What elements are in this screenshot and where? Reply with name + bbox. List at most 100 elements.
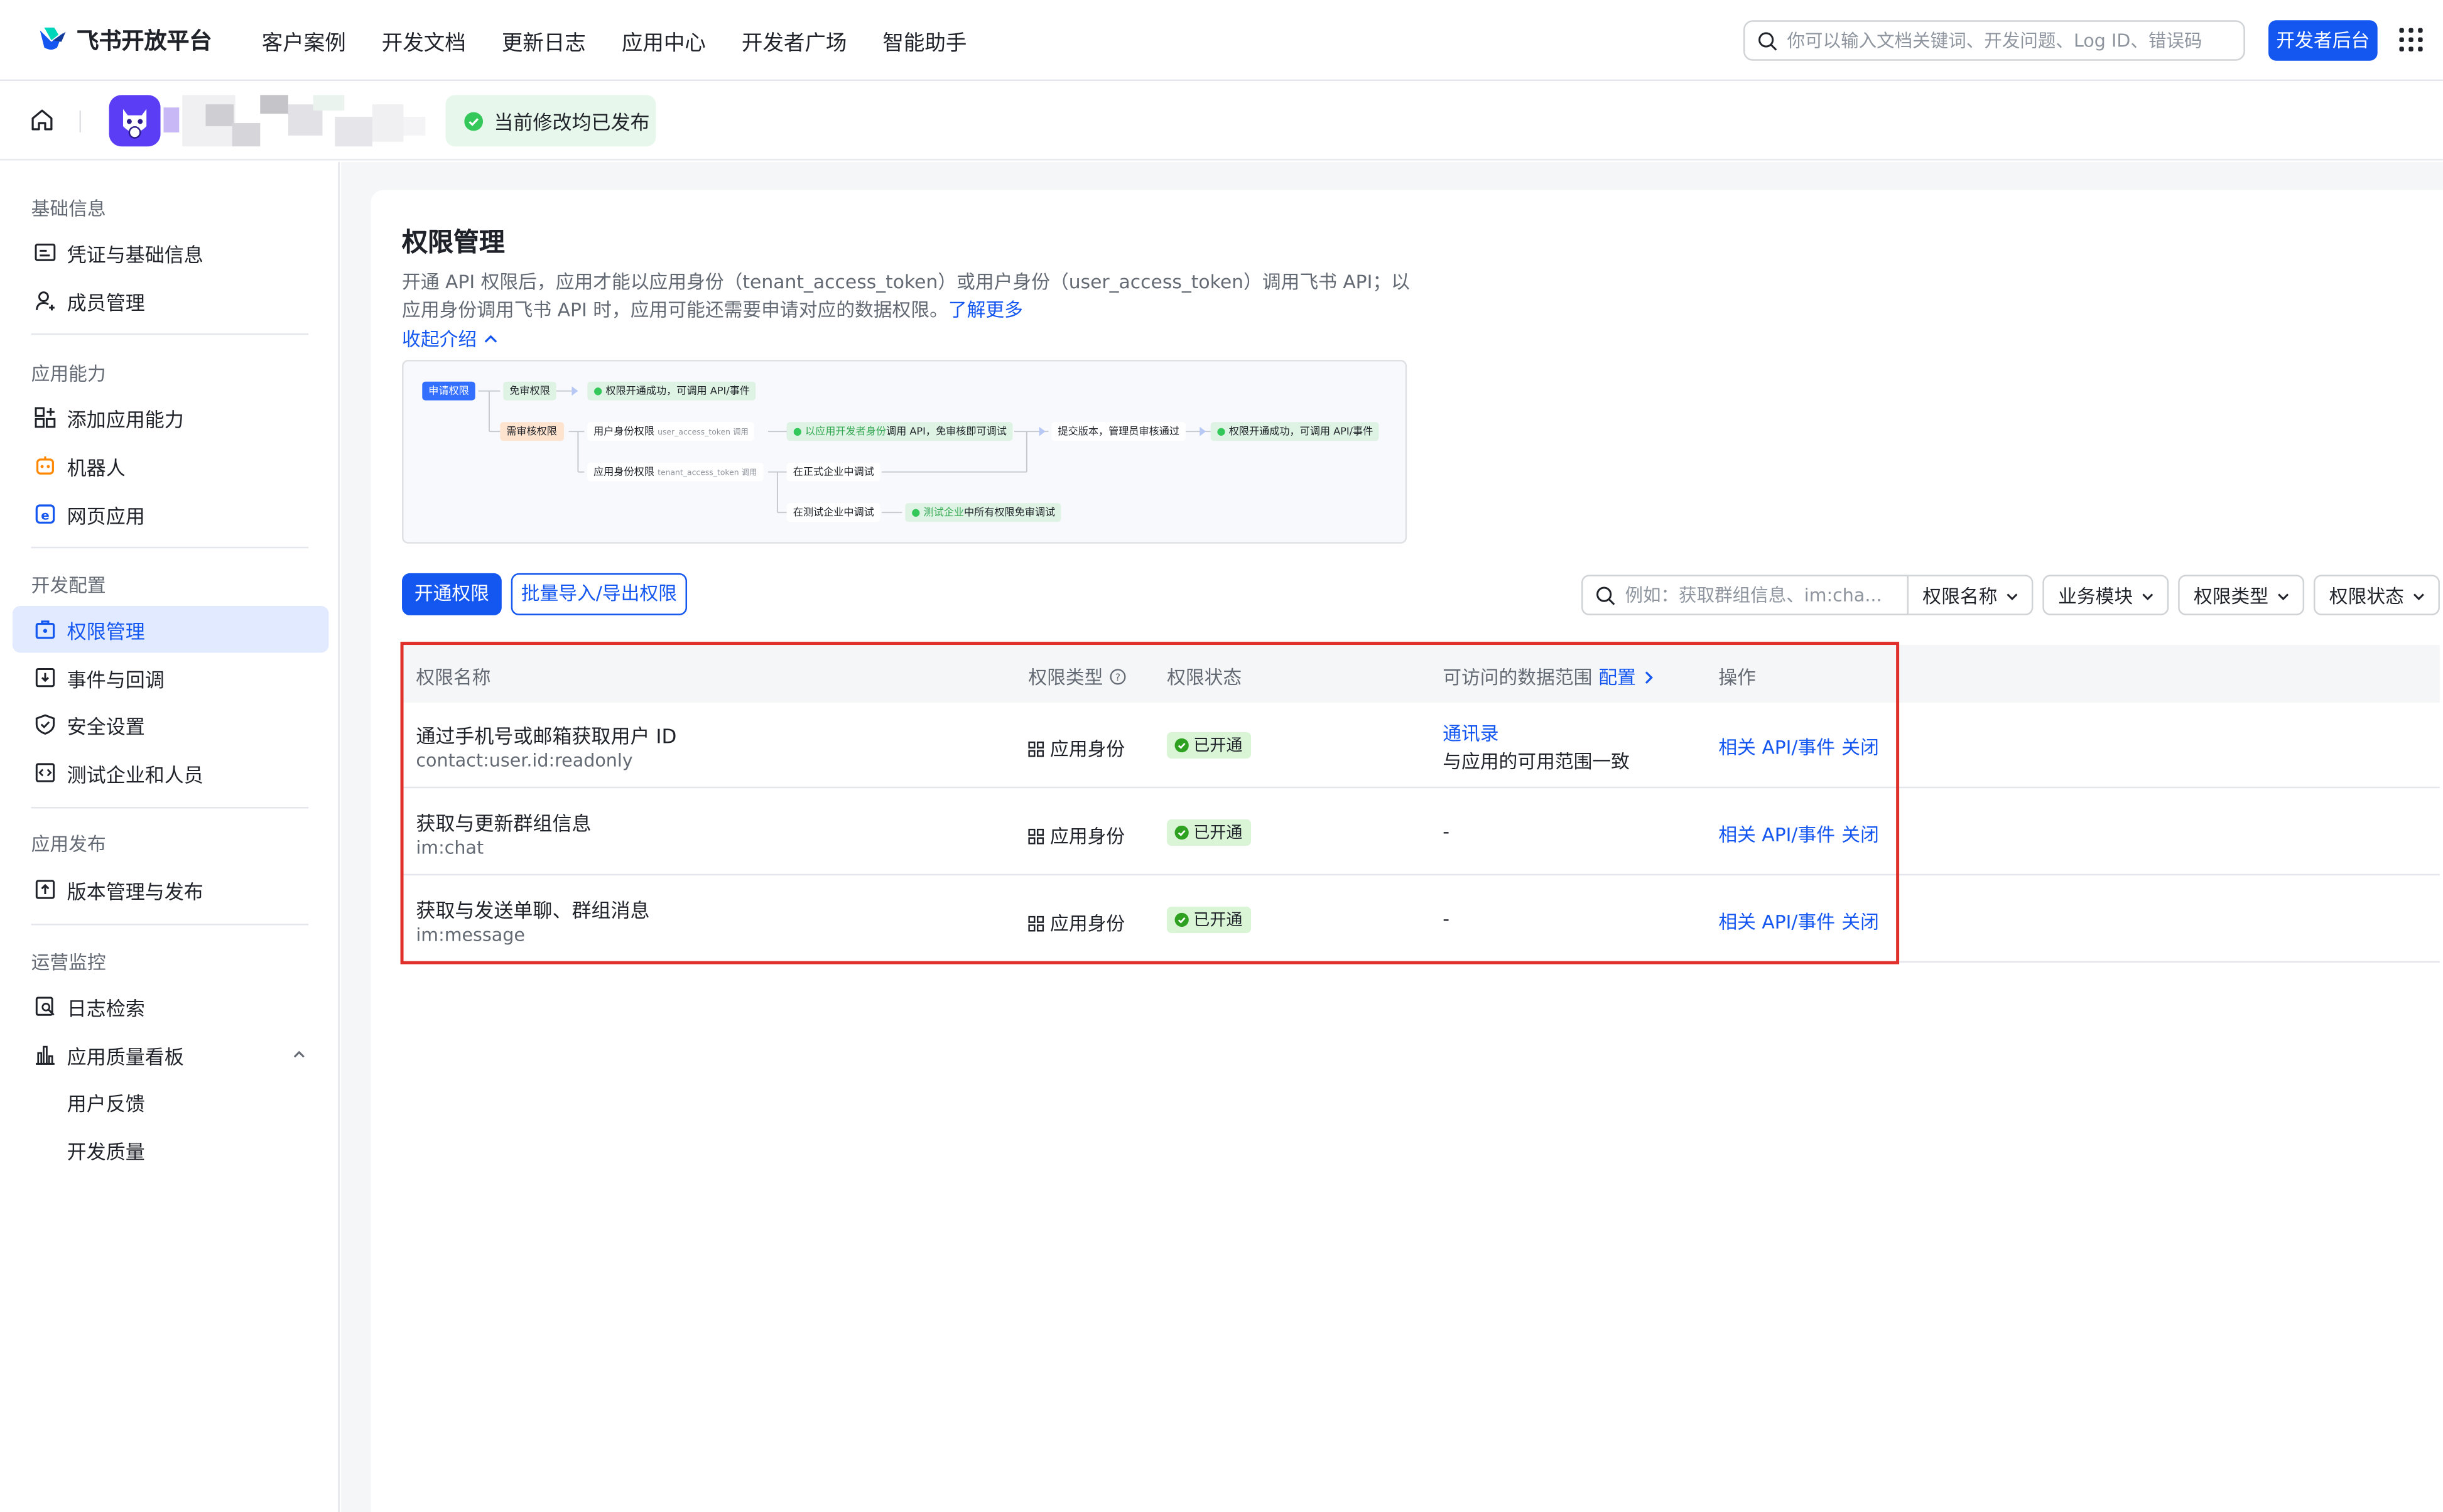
flow-node-no-review-result: ● 权限开通成功，可调用 API/事件 xyxy=(587,381,756,401)
flow-node-user-perm: 用户身份权限 user_access_token 调用 xyxy=(587,422,755,441)
flow-node-prod-debug: 在正式企业中调试 xyxy=(786,462,880,482)
flow-node-no-review: 免审权限 xyxy=(503,381,556,401)
search-field-select[interactable]: 权限名称 xyxy=(1908,575,2034,615)
robot-icon xyxy=(33,454,56,477)
home-icon[interactable] xyxy=(30,107,55,132)
search-icon xyxy=(1758,31,1777,50)
flow-node-final-result: ● 权限开通成功，可调用 API/事件 xyxy=(1210,422,1380,441)
nav-item-cases[interactable]: 客户案例 xyxy=(262,25,346,57)
member-icon xyxy=(33,289,56,312)
related-api-link[interactable]: 相关 API/事件 xyxy=(1718,908,1835,934)
flow-node-test-debug: 在测试企业中调试 xyxy=(786,503,880,522)
sidebar-item-label: 凭证与基础信息 xyxy=(67,242,203,266)
sidebar-item-events[interactable]: 事件与回调 xyxy=(13,654,329,701)
publish-status-badge: 当前修改均已发布 xyxy=(445,95,656,147)
sidebar-item-label: 开发质量 xyxy=(67,1139,145,1163)
close-permission-button[interactable]: 关闭 xyxy=(1841,821,1879,847)
permission-type: 应用身份 xyxy=(1028,910,1125,936)
app-bar: 当前修改均已发布 xyxy=(0,81,2443,161)
flow-text: 权限开通成功，可调用 API/事件 xyxy=(1228,425,1373,438)
description-text: 开通 API 权限后，应用才能以应用身份（tenant_access_token… xyxy=(402,271,1410,321)
page-root: 飞书开放平台 客户案例 开发文档 更新日志 应用中心 开发者广场 智能助手 开发… xyxy=(0,0,2443,1512)
enable-permission-button[interactable]: 开通权限 xyxy=(402,573,502,615)
feishu-logo-icon xyxy=(40,27,66,50)
permission-search[interactable] xyxy=(1581,575,1909,615)
permission-type-label: 应用身份 xyxy=(1050,912,1125,935)
flow-node-apply: 申请权限 xyxy=(422,381,475,401)
chevron-down-icon xyxy=(2413,593,2424,600)
nav-item-changelog[interactable]: 更新日志 xyxy=(502,25,586,57)
permission-flow-diagram: 申请权限 免审权限 ● 权限开通成功，可调用 API/事件 需审核权限 用户身份… xyxy=(402,360,1407,544)
top-nav: 飞书开放平台 客户案例 开发文档 更新日志 应用中心 开发者广场 智能助手 开发… xyxy=(0,0,2443,82)
app-grid-icon[interactable] xyxy=(2399,28,2423,51)
sidebar-item-dev-quality[interactable]: 开发质量 xyxy=(13,1126,329,1173)
app-identity-icon xyxy=(1028,828,1044,844)
global-search[interactable] xyxy=(1743,20,2245,61)
help-icon[interactable]: ? xyxy=(1109,668,1126,685)
sidebar-item-version[interactable]: 版本管理与发布 xyxy=(13,866,329,912)
module-filter-select[interactable]: 业务模块 xyxy=(2042,575,2169,615)
sidebar-item-label: 成员管理 xyxy=(67,290,145,314)
batch-import-export-button[interactable]: 批量导入/导出权限 xyxy=(511,573,688,615)
table-header: 权限名称 权限类型 ? 权限状态 可访问的数据范围 配置 操作 xyxy=(402,645,2440,703)
sidebar-item-log-search[interactable]: 日志检索 xyxy=(13,983,329,1029)
nav-item-dev-square[interactable]: 开发者广场 xyxy=(742,25,847,57)
section-title-basic: 基础信息 xyxy=(31,198,106,220)
sidebar-item-add-capability[interactable]: 添加应用能力 xyxy=(13,394,329,441)
sidebar-item-web-app[interactable]: e 网页应用 xyxy=(13,490,329,537)
status-filter-select[interactable]: 权限状态 xyxy=(2313,575,2440,615)
select-value: 权限类型 xyxy=(2193,585,2269,607)
scope-contacts-link[interactable]: 通讯录 xyxy=(1443,720,1498,746)
check-circle-icon xyxy=(1174,825,1189,840)
sidebar-item-label: 用户反馈 xyxy=(67,1091,145,1115)
global-search-input[interactable] xyxy=(1787,30,2239,51)
collapse-intro-toggle[interactable]: 收起介绍 xyxy=(402,325,500,352)
nav-item-app-center[interactable]: 应用中心 xyxy=(622,25,706,57)
flow-text: 权限开通成功，可调用 API/事件 xyxy=(605,384,750,397)
app-identity-icon xyxy=(1028,915,1044,931)
dev-console-button[interactable]: 开发者后台 xyxy=(2268,20,2378,61)
related-api-link[interactable]: 相关 API/事件 xyxy=(1718,821,1835,847)
scope-config-link[interactable]: 配置 xyxy=(1598,664,1636,690)
table-row: 通过手机号或邮箱获取用户 ID contact:user.id:readonly… xyxy=(402,703,2440,789)
header-name: 权限名称 xyxy=(416,666,491,689)
chevron-right-icon[interactable] xyxy=(1640,669,1656,685)
app-avatar[interactable] xyxy=(109,95,161,147)
sidebar-item-test-tenant[interactable]: 测试企业和人员 xyxy=(13,749,329,796)
app-mascot-icon xyxy=(109,95,161,147)
sidebar-item-credentials[interactable]: 凭证与基础信息 xyxy=(13,229,329,276)
chevron-down-icon xyxy=(2007,593,2018,600)
sidebar-item-quality-board[interactable]: 应用质量看板 xyxy=(13,1031,329,1077)
sidebar-item-security[interactable]: 安全设置 xyxy=(13,701,329,747)
sidebar-item-user-feedback[interactable]: 用户反馈 xyxy=(13,1078,329,1125)
permission-code: im:message xyxy=(416,924,525,946)
brand-logo[interactable]: 飞书开放平台 xyxy=(35,22,212,57)
permission-search-input[interactable] xyxy=(1625,584,1898,607)
test-icon xyxy=(33,761,56,784)
status-label: 已开通 xyxy=(1193,911,1243,931)
status-label: 已开通 xyxy=(1193,824,1243,843)
learn-more-link[interactable]: 了解更多 xyxy=(948,299,1023,321)
permission-code: im:chat xyxy=(416,836,484,858)
sidebar-item-label: 事件与回调 xyxy=(67,667,165,691)
header-status: 权限状态 xyxy=(1167,666,1242,689)
nav-item-assistant[interactable]: 智能助手 xyxy=(882,25,967,57)
nav-item-docs[interactable]: 开发文档 xyxy=(382,25,466,57)
check-circle-icon xyxy=(1174,912,1189,927)
divider xyxy=(79,111,82,132)
type-filter-select[interactable]: 权限类型 xyxy=(2178,575,2305,615)
sidebar-item-permissions[interactable]: 权限管理 xyxy=(12,606,329,653)
sidebar-item-members[interactable]: 成员管理 xyxy=(13,278,329,324)
table-row: 获取与更新群组信息 im:chat 应用身份 已开通 - 相关 API/事件 关… xyxy=(402,790,2440,876)
flow-note: tenant_access_token 调用 xyxy=(658,468,757,478)
chevron-up-icon[interactable] xyxy=(291,1047,307,1062)
main-nav: 客户案例 开发文档 更新日志 应用中心 开发者广场 智能助手 xyxy=(262,25,1003,57)
app-name-redacted xyxy=(163,95,428,147)
event-icon xyxy=(33,666,56,689)
sidebar-item-robot[interactable]: 机器人 xyxy=(13,443,329,489)
sidebar-divider xyxy=(31,546,309,549)
close-permission-button[interactable]: 关闭 xyxy=(1841,733,1879,760)
close-permission-button[interactable]: 关闭 xyxy=(1841,908,1879,934)
flow-node-dev-call: ● 以应用开发者身份调用 API，免审核即可调试 xyxy=(786,422,1013,441)
related-api-link[interactable]: 相关 API/事件 xyxy=(1718,733,1835,760)
